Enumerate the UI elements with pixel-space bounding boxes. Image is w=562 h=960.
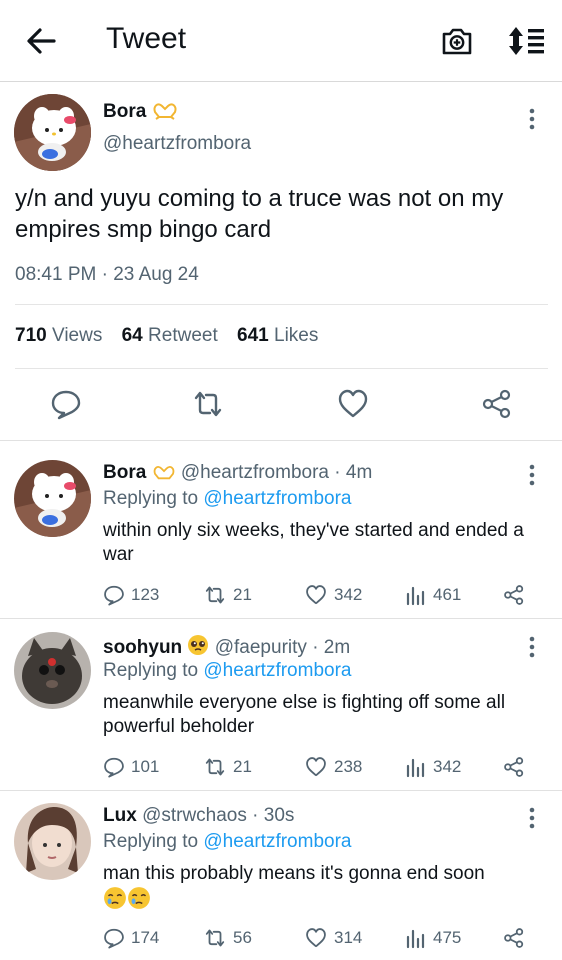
like-heart-icon: [306, 585, 326, 605]
tweet-stats: 710 Views 64 Retweet 641 Likes: [15, 325, 332, 347]
sort-list-icon[interactable]: [508, 24, 546, 58]
share-icon: [504, 757, 524, 777]
retweet-button[interactable]: 21: [203, 754, 252, 780]
likes-stat[interactable]: 641 Likes: [237, 325, 318, 346]
tweet-timestamp: 08:41 PM · 23 Aug 24: [15, 264, 199, 285]
reply-button[interactable]: 123: [103, 582, 159, 608]
retweet-icon: [205, 758, 225, 776]
reply-button[interactable]: 174: [103, 925, 159, 951]
share-icon: [504, 928, 524, 948]
reply-icon[interactable]: [50, 388, 82, 420]
camera-plus-icon[interactable]: [440, 24, 474, 58]
reply-icon: [104, 928, 124, 949]
avatar[interactable]: [14, 94, 91, 171]
more-options-icon[interactable]: [520, 462, 544, 488]
tweet-text: y/n and yuyu coming to a truce was not o…: [15, 185, 504, 243]
reply-header: Bora @heartzfrombora · 4m: [103, 462, 372, 487]
retweet-icon: [205, 929, 225, 947]
divider: [15, 304, 548, 305]
views-chart-icon: [406, 758, 425, 778]
reply-time: · 4m: [334, 462, 373, 483]
reply-text: within only six weeks, they've started a…: [103, 520, 524, 565]
replying-to-link[interactable]: @heartzfrombora: [203, 831, 351, 852]
reply-text: meanwhile everyone else is fighting off …: [103, 692, 506, 737]
share-icon: [504, 585, 524, 605]
crying-face-emoji: [103, 886, 127, 917]
share-button[interactable]: [503, 754, 531, 780]
views-button[interactable]: 461: [405, 582, 461, 608]
section-divider: [0, 440, 562, 441]
avatar[interactable]: [14, 460, 91, 537]
reply-icon: [104, 585, 124, 606]
pleading-face-emoji: [187, 634, 209, 662]
reply-time: · 30s: [252, 805, 295, 826]
reply-author-handle[interactable]: @faepurity: [215, 637, 307, 658]
crying-face-emoji: [127, 886, 151, 917]
replying-to: Replying to @heartzfrombora: [103, 660, 352, 681]
heart-hands-emoji: [152, 463, 176, 487]
retweet-button[interactable]: 21: [203, 582, 252, 608]
share-button[interactable]: [503, 925, 531, 951]
like-button[interactable]: 314: [304, 925, 362, 951]
back-arrow-icon[interactable]: [24, 26, 58, 56]
views-button[interactable]: 342: [405, 754, 461, 780]
reply-header: soohyun @faepurity · 2m: [103, 634, 350, 662]
replying-to-link[interactable]: @heartzfrombora: [203, 488, 351, 509]
reply-icon: [104, 757, 124, 778]
heart-hands-emoji: [152, 100, 178, 126]
retweet-icon[interactable]: [192, 388, 224, 420]
reply-time: · 2m: [312, 637, 351, 658]
top-app-bar: Tweet: [0, 0, 562, 82]
share-button[interactable]: [503, 582, 531, 608]
more-options-icon[interactable]: [520, 805, 544, 831]
divider: [15, 368, 548, 369]
reply-author-handle[interactable]: @heartzfrombora: [181, 462, 329, 483]
reply-text: man this probably means it's gonna end s…: [103, 862, 548, 917]
retweets-stat[interactable]: 64 Retweet: [122, 325, 218, 346]
author-handle[interactable]: @heartzfrombora: [103, 133, 251, 155]
avatar[interactable]: [14, 803, 91, 880]
section-divider: [0, 618, 562, 619]
more-options-icon[interactable]: [520, 634, 544, 660]
more-options-icon[interactable]: [520, 106, 544, 132]
like-heart-icon[interactable]: [337, 388, 369, 420]
avatar[interactable]: [14, 632, 91, 709]
views-button[interactable]: 475: [405, 925, 461, 951]
like-heart-icon: [306, 757, 326, 777]
section-divider: [0, 790, 562, 791]
reply-author-handle[interactable]: @strwchaos: [142, 805, 247, 826]
replying-to: Replying to @heartzfrombora: [103, 488, 352, 509]
reply-author-name[interactable]: Bora: [103, 462, 146, 483]
author-name[interactable]: Bora: [103, 100, 178, 126]
like-button[interactable]: 238: [304, 754, 362, 780]
retweet-button[interactable]: 56: [203, 925, 252, 951]
reply-button[interactable]: 101: [103, 754, 159, 780]
like-heart-icon: [306, 928, 326, 948]
views-chart-icon: [406, 586, 425, 606]
replying-to: Replying to @heartzfrombora: [103, 831, 352, 852]
reply-author-name[interactable]: Lux: [103, 805, 137, 826]
views-stat[interactable]: 710 Views: [15, 325, 102, 346]
like-button[interactable]: 342: [304, 582, 362, 608]
retweet-icon: [205, 586, 225, 604]
views-chart-icon: [406, 929, 425, 949]
reply-header: Lux @strwchaos · 30s: [103, 805, 294, 827]
reply-author-name[interactable]: soohyun: [103, 637, 182, 658]
page-title: Tweet: [106, 22, 187, 55]
replying-to-link[interactable]: @heartzfrombora: [203, 660, 351, 681]
share-icon[interactable]: [481, 388, 513, 420]
